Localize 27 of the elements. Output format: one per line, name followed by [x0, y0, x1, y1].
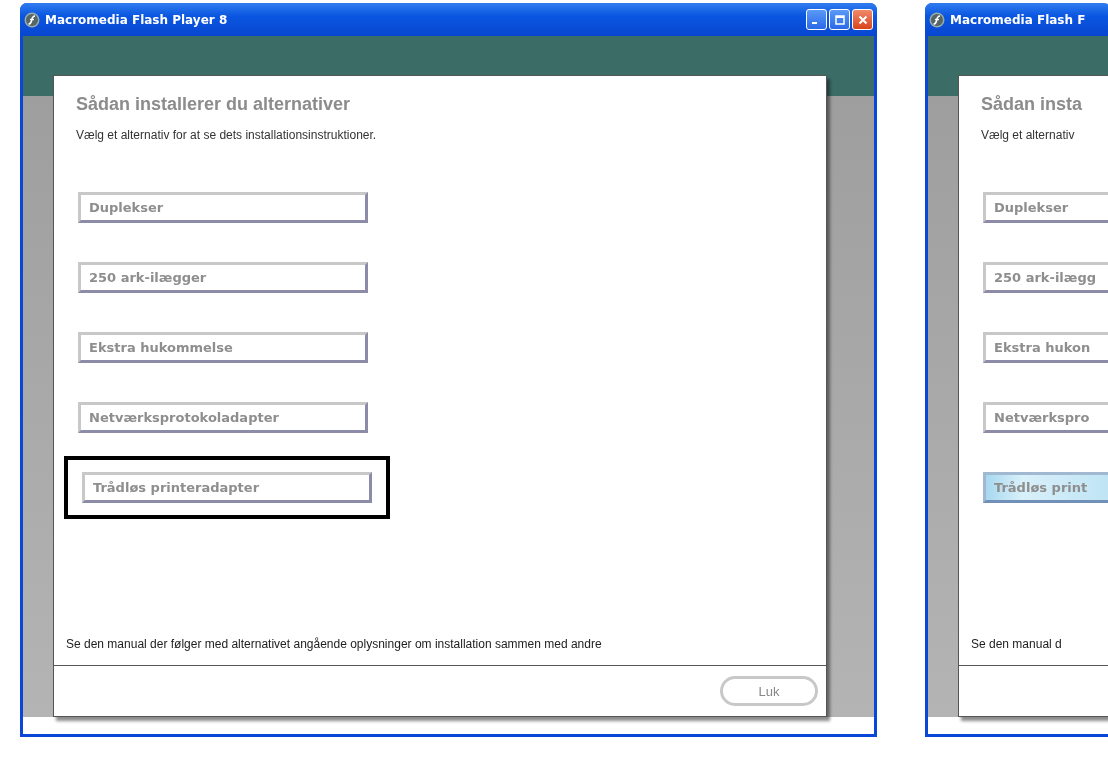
window-title: Macromedia Flash F	[950, 12, 1086, 27]
close-dialog-button[interactable]: Luk	[720, 676, 818, 706]
option-button[interactable]: Netværksprotokoladapter	[78, 402, 368, 433]
close-icon	[857, 14, 868, 25]
window-title: Macromedia Flash Player 8	[45, 12, 228, 27]
option-button[interactable]: Duplekser	[983, 192, 1108, 223]
maximize-icon	[834, 14, 845, 25]
instruction-text: Vælg et alternativ for at se dets installationsinstruktioner.	[75, 127, 378, 142]
close-button[interactable]	[852, 9, 873, 30]
maximize-button[interactable]	[829, 9, 850, 30]
note-text: Se den manual d	[970, 637, 1063, 653]
option-button[interactable]: 250 ark-ilægg	[983, 262, 1108, 293]
dialog-heading: Sådan insta	[980, 93, 1084, 115]
flash-player-icon	[929, 11, 945, 28]
option-button[interactable]: Ekstra hukon	[983, 332, 1108, 363]
minimize-icon	[812, 22, 817, 24]
option-button[interactable]: Netværkspro	[983, 402, 1108, 433]
instruction-text: Vælg et alternativ	[980, 127, 1076, 142]
option-button[interactable]: Trådløs printeradapter	[82, 472, 372, 503]
option-button[interactable]: 250 ark-ilægger	[78, 262, 368, 293]
option-button[interactable]: Ekstra hukommelse	[78, 332, 368, 363]
note-text: Se den manual der følger med alternativet angående oplysninger om installation sammen med andre	[65, 637, 603, 653]
dialog-heading: Sådan installerer du alternativer	[75, 93, 352, 115]
flash-player-icon	[24, 11, 40, 28]
option-button[interactable]: Trådløs print	[983, 472, 1108, 503]
minimize-button[interactable]	[806, 9, 827, 30]
option-button[interactable]: Duplekser	[78, 192, 368, 223]
